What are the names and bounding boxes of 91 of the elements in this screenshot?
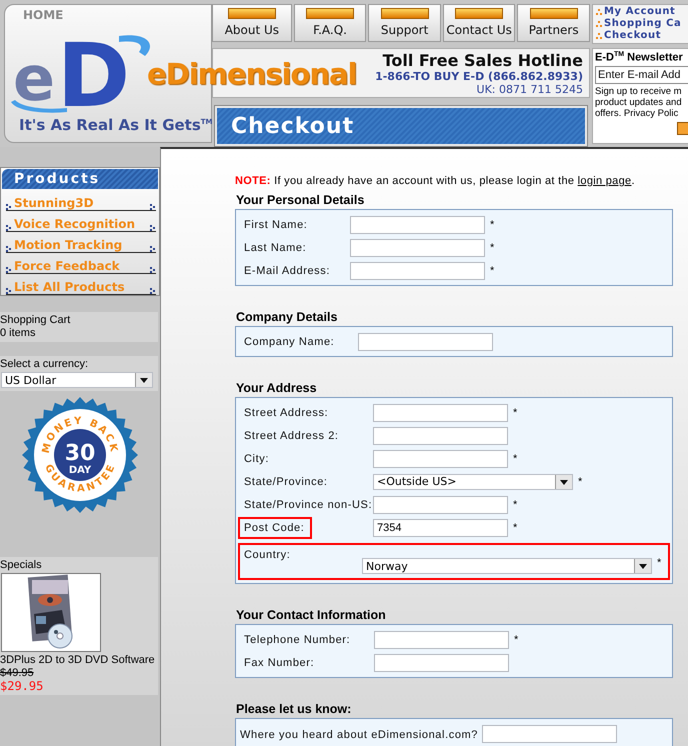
section-heading: Please let us know: — [236, 702, 352, 716]
currency-label: Select a currency: — [0, 358, 90, 371]
input-field[interactable] — [374, 654, 509, 672]
hotline-title: Toll Free Sales Hotline — [382, 51, 583, 70]
field-label: Street Address: — [244, 406, 328, 420]
field-label: Fax Number: — [244, 656, 314, 670]
phone-number: 1-866-TO BUY E-D (866.862.8933) — [375, 70, 583, 83]
cart-count: 0 items — [0, 327, 36, 340]
dots-icon — [150, 225, 156, 231]
logo-text: eDimensional — [147, 57, 356, 91]
input-field[interactable] — [374, 630, 509, 648]
specials-title: Specials — [0, 559, 43, 572]
dots-icon — [150, 246, 156, 252]
nav-tab[interactable]: F.A.Q. — [294, 4, 366, 42]
page-title: Checkout — [215, 106, 587, 146]
dots-icon — [150, 204, 156, 210]
account-link[interactable]: My Account — [596, 6, 688, 18]
newsletter-title: E-D$^{TM}$ Newsletter — [595, 51, 684, 64]
required-marker: * — [514, 634, 518, 646]
section-heading: Your Contact Information — [236, 608, 387, 622]
dots-icon — [6, 204, 12, 210]
input-field[interactable] — [373, 450, 508, 468]
account-link[interactable]: Checkout — [596, 30, 688, 42]
sale-price: $29.95 — [0, 679, 44, 693]
dropdown[interactable]: Norway — [362, 558, 652, 574]
dots-icon — [150, 267, 156, 273]
login-link[interactable]: login page — [578, 175, 632, 187]
input-field[interactable]: 7354 — [373, 518, 508, 536]
product-name[interactable]: 3DPlus 2D to 3D DVD Software — [0, 654, 158, 667]
account-link[interactable]: Shopping Ca — [596, 18, 688, 30]
tagline: It's As Real As It Gets$^{TM}$ — [19, 116, 211, 134]
input-field[interactable] — [350, 262, 485, 280]
field-label: Country: — [244, 548, 290, 563]
input-field[interactable] — [350, 238, 485, 256]
required-marker: * — [513, 452, 518, 464]
input-field[interactable] — [373, 426, 508, 444]
dots-icon — [596, 9, 602, 15]
required-marker: * — [513, 522, 518, 534]
field-label: City: — [244, 452, 269, 466]
dots-icon — [6, 288, 12, 294]
bar-icon — [228, 8, 276, 19]
newsletter-text: Sign up to receive m — [595, 86, 683, 97]
currency-select[interactable]: US Dollar — [1, 372, 153, 388]
field-label: First Name: — [244, 218, 308, 232]
products-heading: Products — [2, 169, 158, 189]
nav-tab[interactable]: About Us — [212, 4, 292, 42]
required-marker: * — [490, 218, 494, 230]
input-field[interactable] — [482, 724, 618, 742]
cart-title: Shopping Cart — [0, 314, 72, 327]
required-marker: * — [490, 264, 494, 276]
dropdown[interactable]: <Outside US> — [373, 474, 573, 490]
section-heading: Your Address — [236, 381, 318, 395]
dots-icon — [6, 267, 12, 273]
login-note: NOTE: If you already have an account with us, please login at the login page. — [235, 175, 636, 187]
required-marker: * — [513, 406, 518, 418]
input-field[interactable] — [373, 496, 508, 514]
newsletter-text: offers. Privacy Polic — [595, 108, 680, 119]
input-field[interactable] — [358, 332, 493, 350]
old-price: $49.95 — [0, 667, 35, 679]
field-label: State/Province: — [244, 474, 328, 490]
field-label: Telephone Number: — [244, 632, 350, 648]
dots-icon — [596, 21, 602, 27]
dots-icon — [596, 33, 602, 39]
nav-tab[interactable]: Support — [368, 4, 441, 42]
nav-tab[interactable]: Partners — [517, 4, 590, 42]
input-field[interactable] — [350, 216, 485, 234]
bar-icon — [530, 8, 578, 19]
field-label: Post Code: — [238, 516, 312, 538]
email-field[interactable]: Enter E-mail Add — [595, 66, 688, 84]
input-field[interactable] — [373, 404, 508, 422]
field-label: E-Mail Address: — [244, 264, 330, 278]
required-marker: * — [490, 242, 494, 254]
dots-icon — [6, 246, 12, 252]
field-label: Company Name: — [244, 334, 334, 350]
bar-icon — [380, 8, 429, 19]
section-heading: Your Personal Details — [236, 193, 366, 207]
dots-icon — [150, 288, 156, 294]
required-marker: * — [578, 476, 582, 488]
nav-tab[interactable]: Contact Us — [442, 4, 516, 42]
newsletter-text: product updates and — [595, 96, 683, 108]
required-marker: * — [513, 498, 518, 510]
required-marker: * — [657, 557, 662, 569]
bar-icon — [455, 8, 504, 19]
field-label: Last Name: — [244, 240, 306, 256]
bar-icon — [306, 8, 354, 19]
dots-icon — [6, 225, 12, 231]
field-label: State/Province non-US: — [244, 498, 372, 512]
phone-number: UK: 0871 711 5245 — [476, 83, 583, 96]
section-heading: Company Details — [236, 310, 338, 324]
field-label: Street Address 2: — [244, 428, 339, 444]
field-label: Where you heard about eDimensional.com? — [240, 728, 478, 740]
